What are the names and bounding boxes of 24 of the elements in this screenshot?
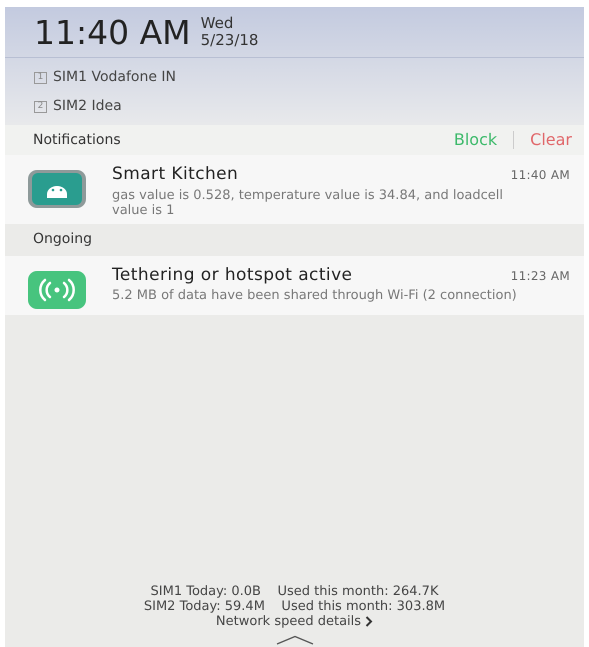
sim-badge: 2: [34, 100, 47, 112]
android-app-icon: [28, 170, 86, 208]
notification-text: 5.2 MB of data have been shared through Wi-Fi (2 connection): [112, 288, 518, 303]
section-title: Notifications: [33, 130, 121, 150]
section-title: Ongoing: [33, 230, 92, 249]
notification-card[interactable]: Tethering or hotspot active 11:23 AM 5.2 MB of data have been shared through Wi-Fi (2 connection): [5, 256, 584, 314]
notification-text: gas value is 0.528, temperature value is 34.84, and loadcell value is 1: [112, 188, 504, 218]
weekday: Wed: [200, 15, 234, 32]
chevron-up-icon[interactable]: [276, 635, 314, 645]
network-speed-link[interactable]: Network speed details: [216, 614, 374, 629]
data-usage-text: SIM2 Today: 59.4M Used this month: 303.8M: [144, 599, 446, 614]
notification-title: Smart Kitchen: [112, 163, 238, 186]
notification-time: 11:40 AM: [510, 167, 570, 184]
chevron-right-icon: [365, 616, 374, 627]
sim-name: SIM1 Vodafone IN: [53, 68, 176, 87]
notification-card[interactable]: Smart Kitchen 11:40 AM gas value is 0.528, temperature value is 34.84, and loadcell value is 1: [5, 155, 584, 224]
notification-time: 11:23 AM: [510, 268, 570, 284]
sim-name: SIM2 Idea: [53, 97, 122, 116]
sim-badge: 1: [34, 72, 47, 84]
clock-time: 11:40 AM: [34, 16, 191, 48]
date: 5/23/18: [200, 32, 258, 49]
notification-title: Tethering or hotspot active: [112, 264, 352, 286]
hotspot-icon: [28, 270, 86, 308]
data-usage-text: SIM1 Today: 0.0B Used this month: 264.7K: [150, 584, 438, 599]
